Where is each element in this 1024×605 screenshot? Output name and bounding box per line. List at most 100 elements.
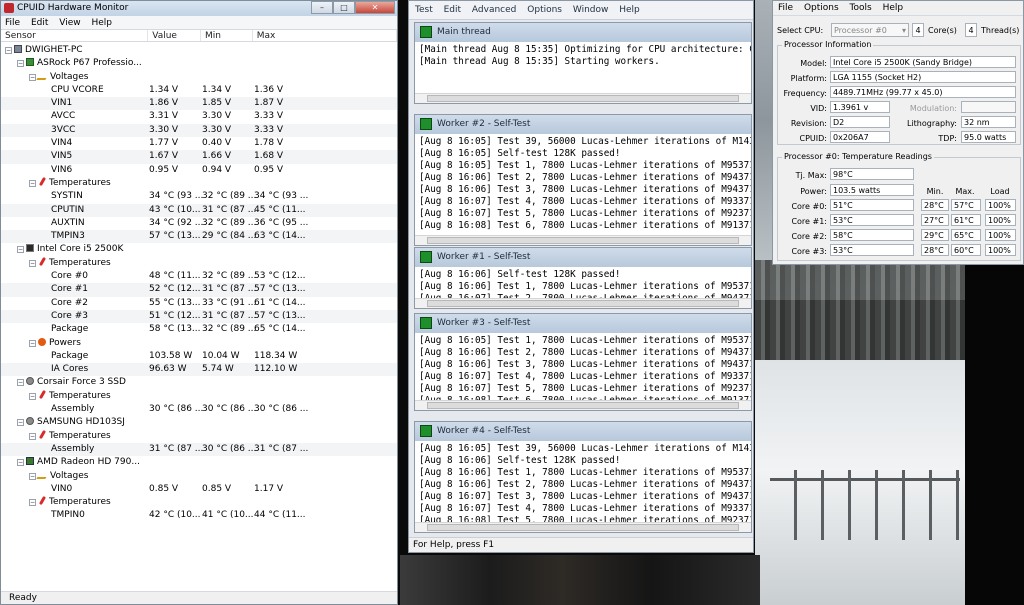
worker-window-titlebar[interactable]: Worker #4 - Self-Test — [415, 422, 751, 441]
collapse-toggle[interactable]: − — [17, 419, 24, 427]
worker-window-titlebar[interactable]: Worker #1 - Self-Test — [415, 248, 751, 267]
scrollbar-thumb[interactable] — [427, 237, 739, 244]
sensor-group-row[interactable]: − Voltages — [1, 71, 397, 84]
collapse-toggle[interactable]: − — [5, 47, 12, 54]
menu-advanced[interactable]: Advanced — [472, 5, 516, 15]
sensor-group-row[interactable]: − Temperatures — [1, 496, 397, 509]
menu-edit[interactable]: Edit — [444, 5, 461, 15]
column-value[interactable]: Value — [148, 30, 201, 41]
prime95-worker-window[interactable]: Worker #1 - Self-Test [Aug 8 16:06] Self-… — [414, 247, 752, 309]
column-max[interactable]: Max — [253, 30, 398, 41]
sensor-row[interactable]: 3VCC 3.30 V 3.30 V 3.33 V — [1, 123, 397, 138]
hwmonitor-titlebar[interactable]: CPUID Hardware Monitor – □ ✕ — [1, 1, 397, 16]
sensor-group-row[interactable]: − DWIGHET-PC — [1, 44, 397, 57]
sensor-group-row[interactable]: − Powers — [1, 337, 397, 350]
select-cpu-dropdown[interactable]: Processor #0 ▾ — [831, 23, 909, 37]
menu-help[interactable]: Help — [883, 3, 904, 13]
close-button[interactable]: ✕ — [355, 1, 395, 14]
collapse-toggle[interactable]: − — [29, 392, 36, 400]
menu-help[interactable]: Help — [619, 5, 640, 15]
worker-window-titlebar[interactable]: Worker #3 - Self-Test — [415, 314, 751, 333]
scrollbar-thumb[interactable] — [427, 524, 739, 531]
sensor-group-row[interactable]: − Temperatures — [1, 429, 397, 443]
sensor-row[interactable]: Core #0 48 °C (11... 32 °C (89 ... 53 °C (1… — [1, 270, 397, 283]
horizontal-scrollbar[interactable] — [415, 400, 751, 410]
sensor-group-row[interactable]: − Intel Core i5 2500K — [1, 243, 397, 256]
menu-window[interactable]: Window — [573, 5, 609, 15]
prime95-worker-window[interactable]: Main thread [Main thread Aug 8 15:35] Opt… — [414, 22, 752, 104]
sensor-row[interactable]: IA Cores 96.63 W 5.74 W 112.10 W — [1, 363, 397, 377]
collapse-toggle[interactable]: − — [17, 459, 24, 467]
sensor-group-row[interactable]: − Temperatures — [1, 389, 397, 403]
horizontal-scrollbar[interactable] — [415, 522, 751, 532]
sensor-row[interactable]: CPU VCORE 1.34 V 1.34 V 1.36 V — [1, 84, 397, 97]
sensor-label: Intel Core i5 2500K — [37, 244, 124, 255]
horizontal-scrollbar[interactable] — [415, 93, 751, 103]
menu-help[interactable]: Help — [91, 18, 112, 28]
menu-file[interactable]: File — [778, 3, 793, 13]
sensor-row[interactable]: TMPIN3 57 °C (13... 29 °C (84 ... 63 °C (14… — [1, 230, 397, 244]
sensor-row[interactable]: TMPIN0 42 °C (10... 41 °C (10... 44 °C (11.… — [1, 509, 397, 522]
sensor-row[interactable]: Core #2 55 °C (13... 33 °C (91 ... 61 °C (1… — [1, 297, 397, 310]
prime95-worker-window[interactable]: Worker #4 - Self-Test [Aug 8 16:05] Test … — [414, 421, 752, 533]
collapse-toggle[interactable]: − — [29, 499, 36, 507]
collapse-toggle[interactable]: − — [17, 246, 24, 254]
sensor-row[interactable]: VIN5 1.67 V 1.66 V 1.68 V — [1, 150, 397, 164]
sensor-group-row[interactable]: − ASRock P67 Professio... — [1, 57, 397, 70]
scrollbar-thumb[interactable] — [427, 300, 739, 307]
collapse-toggle[interactable]: − — [29, 472, 36, 480]
sensor-row[interactable]: VIN6 0.95 V 0.94 V 0.95 V — [1, 164, 397, 177]
sensor-group-row[interactable]: − AMD Radeon HD 790... — [1, 456, 397, 469]
minimize-button[interactable]: – — [311, 1, 333, 14]
sensor-row[interactable]: VIN1 1.86 V 1.85 V 1.87 V — [1, 97, 397, 111]
menu-file[interactable]: File — [5, 18, 20, 28]
sensor-row[interactable]: Assembly 31 °C (87 ... 30 °C (86 ... 31 °C … — [1, 442, 397, 457]
sensor-row[interactable]: CPUTIN 43 °C (10... 31 °C (87 ... 45 °C (11… — [1, 203, 397, 217]
worker-window-titlebar[interactable]: Main thread — [415, 23, 751, 42]
log-line: [Aug 8 16:06] Test 3, 7800 Lucas-Lehmer … — [419, 359, 751, 370]
collapse-toggle[interactable]: − — [29, 179, 36, 187]
worker-window-title: Worker #2 - Self-Test — [437, 119, 531, 129]
menu-options[interactable]: Options — [804, 3, 839, 13]
sensor-row[interactable]: VIN0 0.85 V 0.85 V 1.17 V — [1, 483, 397, 496]
menu-tools[interactable]: Tools — [850, 3, 872, 13]
scrollbar-thumb[interactable] — [427, 402, 739, 409]
column-sensor[interactable]: Sensor — [1, 30, 149, 41]
horizontal-scrollbar[interactable] — [415, 298, 751, 308]
sensor-group-row[interactable]: − Temperatures — [1, 256, 397, 270]
sensor-row[interactable]: Core #1 52 °C (12... 31 °C (87 ... 57 °C (1… — [1, 283, 397, 297]
sensor-row[interactable]: SYSTIN 34 °C (93 ... 32 °C (89 ... 34 °C (9… — [1, 190, 397, 203]
column-min[interactable]: Min — [201, 30, 253, 41]
maximize-button[interactable]: □ — [333, 1, 355, 14]
sensor-value: 34 °C (92 ... — [149, 217, 204, 228]
sensor-row[interactable]: AVCC 3.31 V 3.30 V 3.33 V — [1, 110, 397, 123]
collapse-toggle[interactable]: − — [17, 60, 24, 68]
scrollbar-thumb[interactable] — [427, 95, 739, 102]
menu-test[interactable]: Test — [415, 5, 433, 15]
collapse-toggle[interactable]: − — [29, 259, 36, 267]
collapse-toggle[interactable]: − — [29, 432, 36, 440]
sensor-row[interactable]: AUXTIN 34 °C (92 ... 32 °C (89 ... 36 °C (9… — [1, 217, 397, 230]
collapse-toggle[interactable]: − — [29, 339, 36, 347]
sensor-group-row[interactable]: − Voltages — [1, 470, 397, 483]
prime95-worker-window[interactable]: Worker #3 - Self-Test [Aug 8 16:05] Test … — [414, 313, 752, 411]
worker-window-titlebar[interactable]: Worker #2 - Self-Test — [415, 115, 751, 134]
collapse-toggle[interactable]: − — [17, 379, 24, 387]
sensor-max — [254, 337, 314, 350]
menu-options[interactable]: Options — [527, 5, 562, 15]
cpu-icon — [26, 244, 34, 253]
sensor-row[interactable]: Assembly 30 °C (86 ... 30 °C (86 ... 30 °C … — [1, 403, 397, 416]
sensor-row[interactable]: VIN4 1.77 V 0.40 V 1.78 V — [1, 137, 397, 150]
menu-view[interactable]: View — [59, 18, 80, 28]
sensor-group-row[interactable]: − Corsair Force 3 SSD — [1, 376, 397, 389]
sensor-max: 118.34 W — [254, 350, 298, 361]
sensor-row[interactable]: Package 103.58 W 10.04 W 118.34 W — [1, 350, 397, 363]
sensor-row[interactable]: Package 58 °C (13... 32 °C (89 ... 65 °C (1… — [1, 323, 397, 336]
sensor-group-row[interactable]: − Temperatures — [1, 176, 397, 190]
horizontal-scrollbar[interactable] — [415, 235, 751, 245]
menu-edit[interactable]: Edit — [31, 18, 48, 28]
prime95-worker-window[interactable]: Worker #2 - Self-Test [Aug 8 16:05] Test … — [414, 114, 752, 246]
sensor-group-row[interactable]: − SAMSUNG HD103SJ — [1, 416, 397, 429]
sensor-row[interactable]: Core #3 51 °C (12... 31 °C (87 ... 57 °C (1… — [1, 309, 397, 324]
collapse-toggle[interactable]: − — [29, 73, 36, 81]
